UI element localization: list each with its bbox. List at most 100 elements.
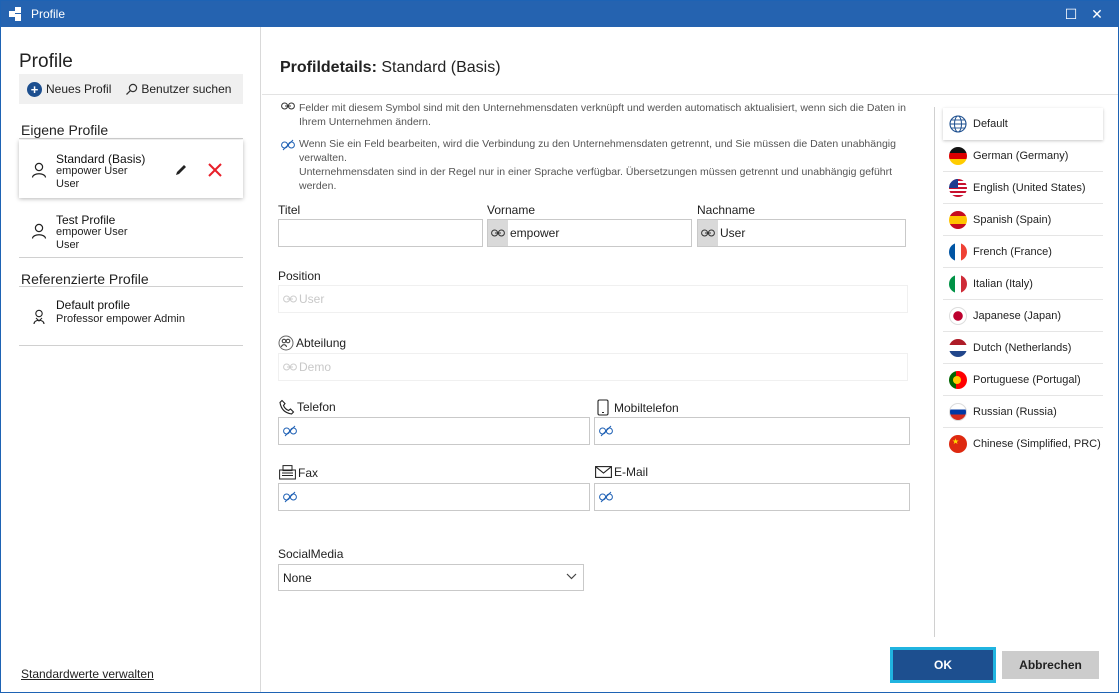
language-item-dutch[interactable]: Dutch (Netherlands) xyxy=(943,332,1103,364)
flag-italy-icon xyxy=(949,274,967,293)
link-icon xyxy=(488,220,508,246)
language-item-russian[interactable]: Russian (Russia) xyxy=(943,396,1103,428)
manage-defaults-link[interactable]: Standardwerte verwalten xyxy=(21,667,154,681)
unlink-icon xyxy=(281,139,295,151)
fax-input[interactable] xyxy=(278,483,590,511)
close-button[interactable]: ✕ xyxy=(1074,1,1119,27)
new-profile-label: Neues Profil xyxy=(46,82,112,96)
profile-role: User xyxy=(56,178,80,190)
flag-germany-icon xyxy=(949,146,967,165)
flag-spain-icon xyxy=(949,210,967,229)
unlink-icon xyxy=(283,425,297,437)
mobile-phone-icon xyxy=(597,399,609,416)
profile-item-test[interactable]: Test Profile empower User User xyxy=(19,201,243,259)
info-unlinked-text: Wenn Sie ein Feld bearbeiten, wird die V… xyxy=(299,138,896,164)
position-label: Position xyxy=(278,269,321,283)
profile-item-default[interactable]: Default profile Professor empower Admin xyxy=(19,289,243,343)
divider xyxy=(19,345,243,346)
socialmedia-select[interactable]: None xyxy=(278,564,584,591)
language-item-italian[interactable]: Italian (Italy) xyxy=(943,268,1103,300)
profile-item-standard[interactable]: Standard (Basis) empower User User xyxy=(19,140,243,198)
flag-china-icon: ★ xyxy=(949,435,967,453)
divider xyxy=(19,286,243,287)
chevron-down-icon xyxy=(566,573,577,580)
language-item-german[interactable]: German (Germany) xyxy=(943,140,1103,172)
position-input: User xyxy=(278,285,908,313)
profile-owner: Professor empower Admin xyxy=(56,313,185,325)
sidebar-heading: Profile xyxy=(19,51,73,72)
flag-usa-icon xyxy=(949,178,967,197)
flag-netherlands-icon xyxy=(949,338,967,357)
plus-circle-icon: + xyxy=(27,81,42,97)
language-list: Default German (Germany) English (United… xyxy=(934,107,1104,637)
vorname-input[interactable]: empower xyxy=(487,219,692,247)
language-item-portuguese[interactable]: Portuguese (Portugal) xyxy=(943,364,1103,396)
email-label: E-Mail xyxy=(595,465,648,479)
language-item-french[interactable]: French (France) xyxy=(943,236,1103,268)
language-item-japanese[interactable]: Japanese (Japan) xyxy=(943,300,1103,332)
flag-japan-icon xyxy=(949,306,967,325)
search-users-button[interactable]: Benutzer suchen xyxy=(125,82,231,96)
user-icon xyxy=(31,162,47,178)
nachname-input[interactable]: User xyxy=(697,219,906,247)
flag-france-icon xyxy=(949,242,967,261)
mobiltelefon-label: Mobiltelefon xyxy=(597,399,679,416)
user-icon xyxy=(31,223,47,239)
own-profiles-heading: Eigene Profile xyxy=(21,122,109,138)
window-title: Profile xyxy=(31,7,66,21)
profile-owner: empower User xyxy=(56,226,128,238)
link-icon xyxy=(281,102,295,110)
referenced-profiles-heading: Referenzierte Profile xyxy=(21,271,149,287)
profiles-toolbar: + Neues Profil Benutzer suchen xyxy=(19,74,243,104)
mobiltelefon-input[interactable] xyxy=(594,417,910,445)
flag-portugal-icon xyxy=(949,370,967,389)
cancel-button[interactable]: Abbrechen xyxy=(1002,651,1099,679)
unlink-icon xyxy=(283,491,297,503)
page-title: Profildetails: Standard (Basis) xyxy=(280,59,501,76)
profile-window: Profile ☐ ✕ Profile + Neues Profil Benut… xyxy=(0,0,1119,693)
titel-label: Titel xyxy=(278,203,301,217)
abteilung-label: Abteilung xyxy=(278,335,346,351)
profile-name: Standard (Basis) xyxy=(56,152,146,166)
info-translation-text: Unternehmensdaten sind in der Regel nur … xyxy=(299,166,893,192)
language-item-spanish[interactable]: Spanish (Spain) xyxy=(943,204,1103,236)
department-icon xyxy=(278,335,294,351)
profile-owner: empower User xyxy=(56,165,128,177)
fax-icon xyxy=(279,465,296,480)
phone-icon xyxy=(279,399,295,415)
search-icon xyxy=(126,83,138,95)
divider xyxy=(19,257,243,258)
nachname-label: Nachname xyxy=(697,203,756,217)
fax-label: Fax xyxy=(279,465,318,480)
close-icon: ✕ xyxy=(1091,5,1103,22)
titel-input[interactable] xyxy=(278,219,483,247)
new-profile-button[interactable]: + Neues Profil xyxy=(27,81,112,97)
vorname-label: Vorname xyxy=(487,203,536,217)
app-icon xyxy=(9,7,23,21)
divider xyxy=(19,138,243,139)
profile-role: User xyxy=(56,239,80,251)
edit-pencil-icon[interactable] xyxy=(174,163,188,177)
abteilung-input: Demo xyxy=(278,353,908,381)
socialmedia-label: SocialMedia xyxy=(278,547,344,561)
envelope-icon xyxy=(595,466,612,478)
info-linked-text: Felder mit diesem Symbol sind mit den Un… xyxy=(299,102,906,128)
profiles-sidebar: Profile + Neues Profil Benutzer suchen E… xyxy=(1,27,261,692)
email-input[interactable] xyxy=(594,483,910,511)
delete-x-icon[interactable] xyxy=(207,162,223,178)
ok-button[interactable]: OK xyxy=(890,647,996,683)
shared-user-icon xyxy=(33,309,45,325)
unlink-icon xyxy=(599,491,613,503)
globe-icon xyxy=(949,115,967,133)
language-item-english[interactable]: English (United States) xyxy=(943,172,1103,204)
profile-name: Test Profile xyxy=(56,213,116,227)
link-icon xyxy=(283,363,297,371)
search-users-label: Benutzer suchen xyxy=(141,82,232,96)
telefon-input[interactable] xyxy=(278,417,590,445)
link-icon xyxy=(698,220,718,246)
language-item-chinese[interactable]: ★ Chinese (Simplified, PRC) xyxy=(943,428,1103,460)
flag-russia-icon xyxy=(949,402,967,421)
header-divider xyxy=(262,94,1118,95)
language-item-default[interactable]: Default xyxy=(943,108,1103,140)
telefon-label: Telefon xyxy=(279,399,336,415)
